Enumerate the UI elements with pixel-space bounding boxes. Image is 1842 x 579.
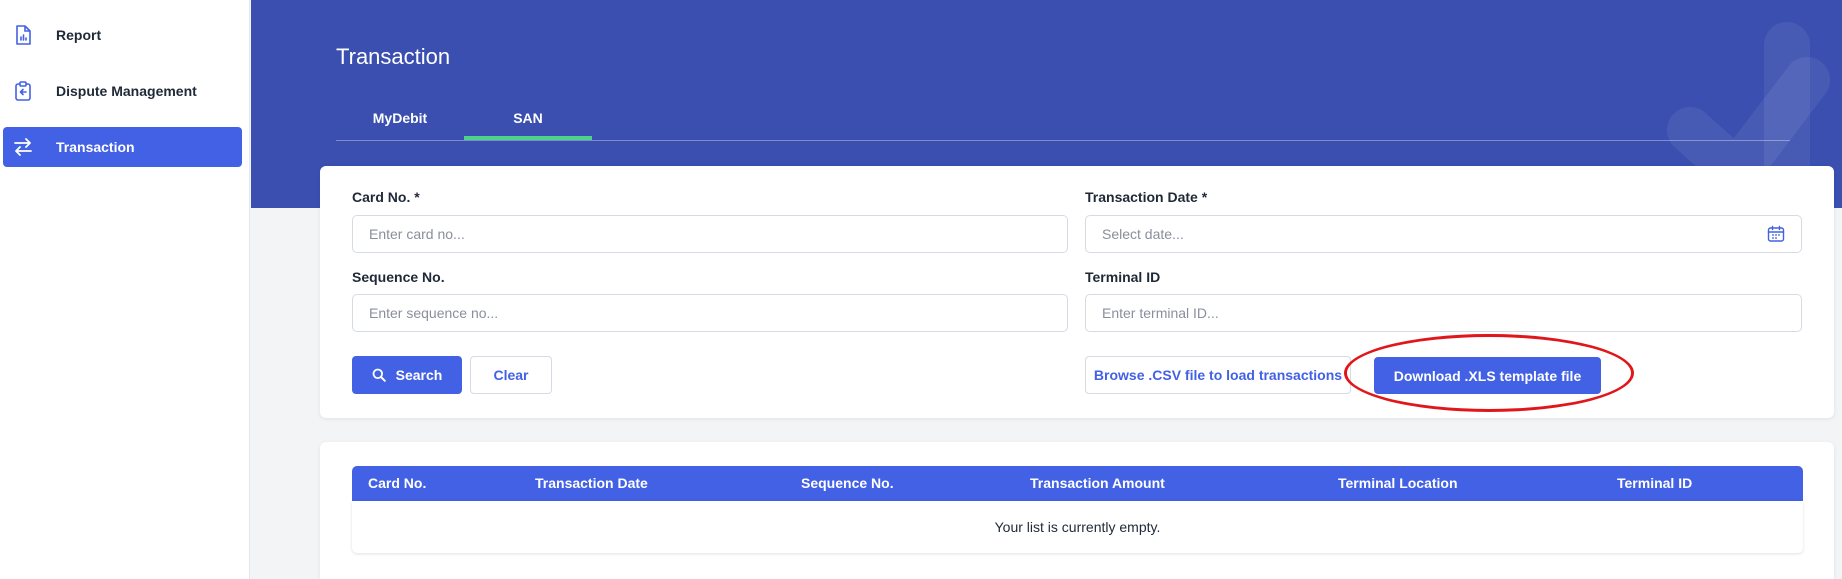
calendar-icon[interactable]	[1766, 224, 1786, 244]
column-header-transaction-date[interactable]: Transaction Date	[535, 466, 648, 501]
table-header: Card No. Transaction Date Sequence No. T…	[352, 466, 1803, 501]
tab-mydebit[interactable]: MyDebit	[336, 104, 464, 140]
clear-button[interactable]: Clear	[470, 356, 552, 394]
sidebar-item-label: Dispute Management	[56, 83, 197, 99]
terminal-id-input[interactable]	[1085, 294, 1802, 332]
table-body: Your list is currently empty.	[352, 501, 1803, 553]
sequence-no-input[interactable]	[352, 294, 1068, 332]
browse-csv-button[interactable]: Browse .CSV file to load transactions	[1085, 356, 1351, 394]
tab-bar: MyDebit SAN	[336, 104, 1790, 141]
sidebar-item-report[interactable]: Report	[3, 15, 242, 55]
column-header-transaction-amount[interactable]: Transaction Amount	[1030, 466, 1165, 501]
card-no-label: Card No. *	[352, 189, 420, 205]
column-header-sequence-no[interactable]: Sequence No.	[801, 466, 894, 501]
tab-san[interactable]: SAN	[464, 104, 592, 140]
card-no-input[interactable]	[352, 215, 1068, 253]
search-button[interactable]: Search	[352, 356, 462, 394]
column-header-card-no[interactable]: Card No.	[368, 466, 426, 501]
sidebar-item-dispute-management[interactable]: Dispute Management	[3, 71, 242, 111]
sidebar-item-label: Report	[56, 27, 102, 43]
report-icon	[12, 24, 34, 46]
page-title: Transaction	[336, 44, 451, 69]
transaction-date-label: Transaction Date *	[1085, 189, 1208, 205]
empty-list-message: Your list is currently empty.	[994, 519, 1161, 535]
sequence-no-label: Sequence No.	[352, 269, 445, 285]
download-xls-template-button[interactable]: Download .XLS template file	[1374, 357, 1601, 394]
swap-arrows-icon	[12, 136, 34, 158]
clipboard-icon	[12, 80, 34, 102]
sidebar-item-transaction[interactable]: Transaction	[3, 127, 242, 167]
column-header-terminal-id[interactable]: Terminal ID	[1617, 466, 1692, 501]
sidebar: Report Dispute Management Transaction	[0, 0, 250, 579]
column-header-terminal-location[interactable]: Terminal Location	[1338, 466, 1458, 501]
sidebar-item-label: Transaction	[56, 139, 135, 155]
transaction-date-input[interactable]	[1085, 215, 1802, 253]
terminal-id-label: Terminal ID	[1085, 269, 1161, 285]
search-icon	[372, 368, 386, 382]
search-button-label: Search	[395, 367, 443, 383]
